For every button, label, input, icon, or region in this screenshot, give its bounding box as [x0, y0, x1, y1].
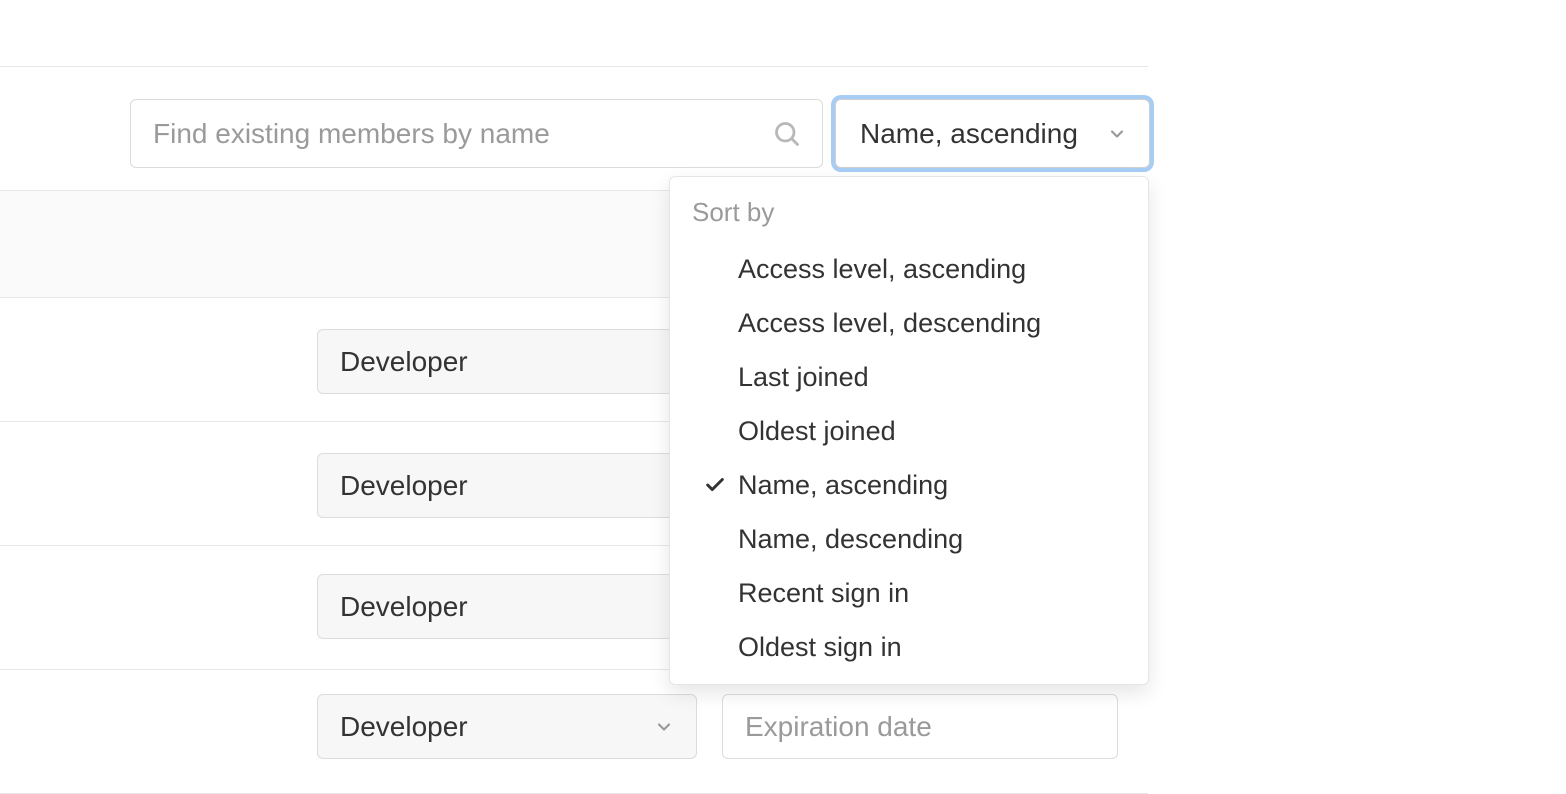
role-select[interactable]: Developer	[317, 574, 697, 639]
role-label: Developer	[340, 470, 468, 502]
chevron-down-icon	[654, 717, 674, 737]
sort-menu-header: Sort by	[670, 177, 1148, 242]
role-label: Developer	[340, 346, 468, 378]
sort-option[interactable]: Name, descending	[670, 512, 1148, 566]
expiration-date-input[interactable]	[722, 694, 1118, 759]
sort-option-label: Oldest sign in	[738, 632, 1126, 663]
sort-option-label: Name, ascending	[738, 470, 1126, 501]
role-select[interactable]: Developer	[317, 453, 697, 518]
sort-dropdown-toggle[interactable]: Name, ascending	[835, 99, 1150, 168]
top-divider	[0, 66, 1148, 67]
sort-option[interactable]: Oldest joined	[670, 404, 1148, 458]
sort-option[interactable]: Last joined	[670, 350, 1148, 404]
role-select[interactable]: Developer	[317, 329, 697, 394]
sort-option[interactable]: Access level, ascending	[670, 242, 1148, 296]
sort-option-label: Last joined	[738, 362, 1126, 393]
sort-option-label: Access level, descending	[738, 308, 1126, 339]
member-search-input[interactable]	[130, 99, 823, 168]
sort-option-label: Oldest joined	[738, 416, 1126, 447]
sort-selected-label: Name, ascending	[860, 118, 1078, 150]
chevron-down-icon	[1107, 124, 1127, 144]
sort-option-label: Name, descending	[738, 524, 1126, 555]
sort-option-label: Access level, ascending	[738, 254, 1126, 285]
sort-option[interactable]: Recent sign in	[670, 566, 1148, 620]
sort-option[interactable]: Access level, descending	[670, 296, 1148, 350]
sort-option[interactable]: Name, ascending	[670, 458, 1148, 512]
sort-dropdown-menu: Sort by Access level, ascending Access le…	[669, 176, 1149, 685]
sort-option-label: Recent sign in	[738, 578, 1126, 609]
check-icon	[692, 474, 738, 496]
member-search	[130, 99, 823, 168]
role-select[interactable]: Developer	[317, 694, 697, 759]
role-label: Developer	[340, 591, 468, 623]
sort-option[interactable]: Oldest sign in	[670, 620, 1148, 674]
role-label: Developer	[340, 711, 468, 743]
